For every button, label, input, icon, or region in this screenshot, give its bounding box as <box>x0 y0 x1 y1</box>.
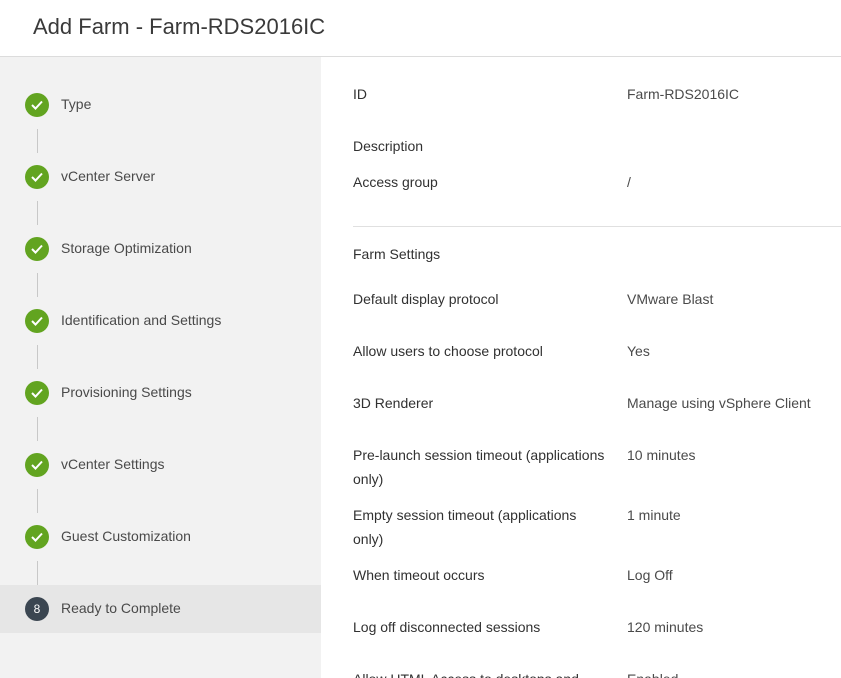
summary-panel: ID Farm-RDS2016IC Description Access gro… <box>321 57 841 678</box>
step-label: Type <box>61 96 92 112</box>
step-provisioning-settings[interactable]: Provisioning Settings <box>0 369 321 417</box>
field-value: Enabled <box>627 667 841 678</box>
field-label: 3D Renderer <box>353 395 434 411</box>
check-icon <box>25 165 49 189</box>
field-label: Log off disconnected sessions <box>353 619 541 635</box>
field-value: Manage using vSphere Client <box>627 395 811 411</box>
step-label: Storage Optimization <box>61 240 192 256</box>
step-label: Provisioning Settings <box>61 384 192 400</box>
step-ready-to-complete[interactable]: 8 Ready to Complete <box>0 585 321 633</box>
field-label: Allow users to choose protocol <box>353 343 543 359</box>
check-icon <box>25 309 49 333</box>
section-divider <box>353 226 841 227</box>
field-value: Log Off <box>627 567 673 583</box>
step-guest-customization[interactable]: Guest Customization <box>0 513 321 561</box>
step-connector <box>37 561 38 585</box>
step-label: vCenter Server <box>61 168 156 184</box>
field-label: Empty session timeout (applications only… <box>353 507 577 547</box>
step-connector <box>37 345 38 369</box>
dialog-header: Add Farm - Farm-RDS2016IC <box>0 0 841 57</box>
field-label: When timeout occurs <box>353 567 485 583</box>
field-value: Farm-RDS2016IC <box>627 86 740 102</box>
field-value: 120 minutes <box>627 619 704 635</box>
step-vcenter-settings[interactable]: vCenter Settings <box>0 441 321 489</box>
check-icon <box>25 237 49 261</box>
field-label: Access group <box>353 174 438 190</box>
step-vcenter-server[interactable]: vCenter Server <box>0 153 321 201</box>
field-label: Default display protocol <box>353 291 499 307</box>
step-label: Guest Customization <box>61 528 191 544</box>
field-value: VMware Blast <box>627 291 714 307</box>
field-label: Description <box>353 138 424 154</box>
field-label: Pre-launch session timeout (applications… <box>353 447 605 487</box>
check-icon <box>25 381 49 405</box>
field-value: 1 minute <box>627 507 681 523</box>
wizard-steps-sidebar: Type vCenter Server Storage Optimization… <box>0 57 321 678</box>
step-connector <box>37 489 38 513</box>
field-label: Allow HTML Access to desktops and <box>353 667 608 678</box>
step-connector <box>37 417 38 441</box>
dialog-title: Add Farm - Farm-RDS2016IC <box>33 14 326 39</box>
field-value: Yes <box>627 343 650 359</box>
field-value: 10 minutes <box>627 447 696 463</box>
step-connector <box>37 273 38 297</box>
check-icon <box>25 93 49 117</box>
add-farm-dialog: Add Farm - Farm-RDS2016IC Type vCenter S… <box>0 0 841 678</box>
step-connector <box>37 129 38 153</box>
field-value: / <box>627 174 631 190</box>
step-label: Identification and Settings <box>61 312 222 328</box>
step-label: vCenter Settings <box>61 456 165 472</box>
step-type[interactable]: Type <box>0 81 321 129</box>
check-icon <box>25 525 49 549</box>
check-icon <box>25 453 49 477</box>
step-storage-optimization[interactable]: Storage Optimization <box>0 225 321 273</box>
step-connector <box>37 201 38 225</box>
step-identification-settings[interactable]: Identification and Settings <box>0 297 321 345</box>
step-number-badge: 8 <box>25 597 49 621</box>
step-label: Ready to Complete <box>61 600 181 616</box>
field-label: ID <box>353 86 367 102</box>
section-title-farm-settings: Farm Settings <box>353 246 441 262</box>
